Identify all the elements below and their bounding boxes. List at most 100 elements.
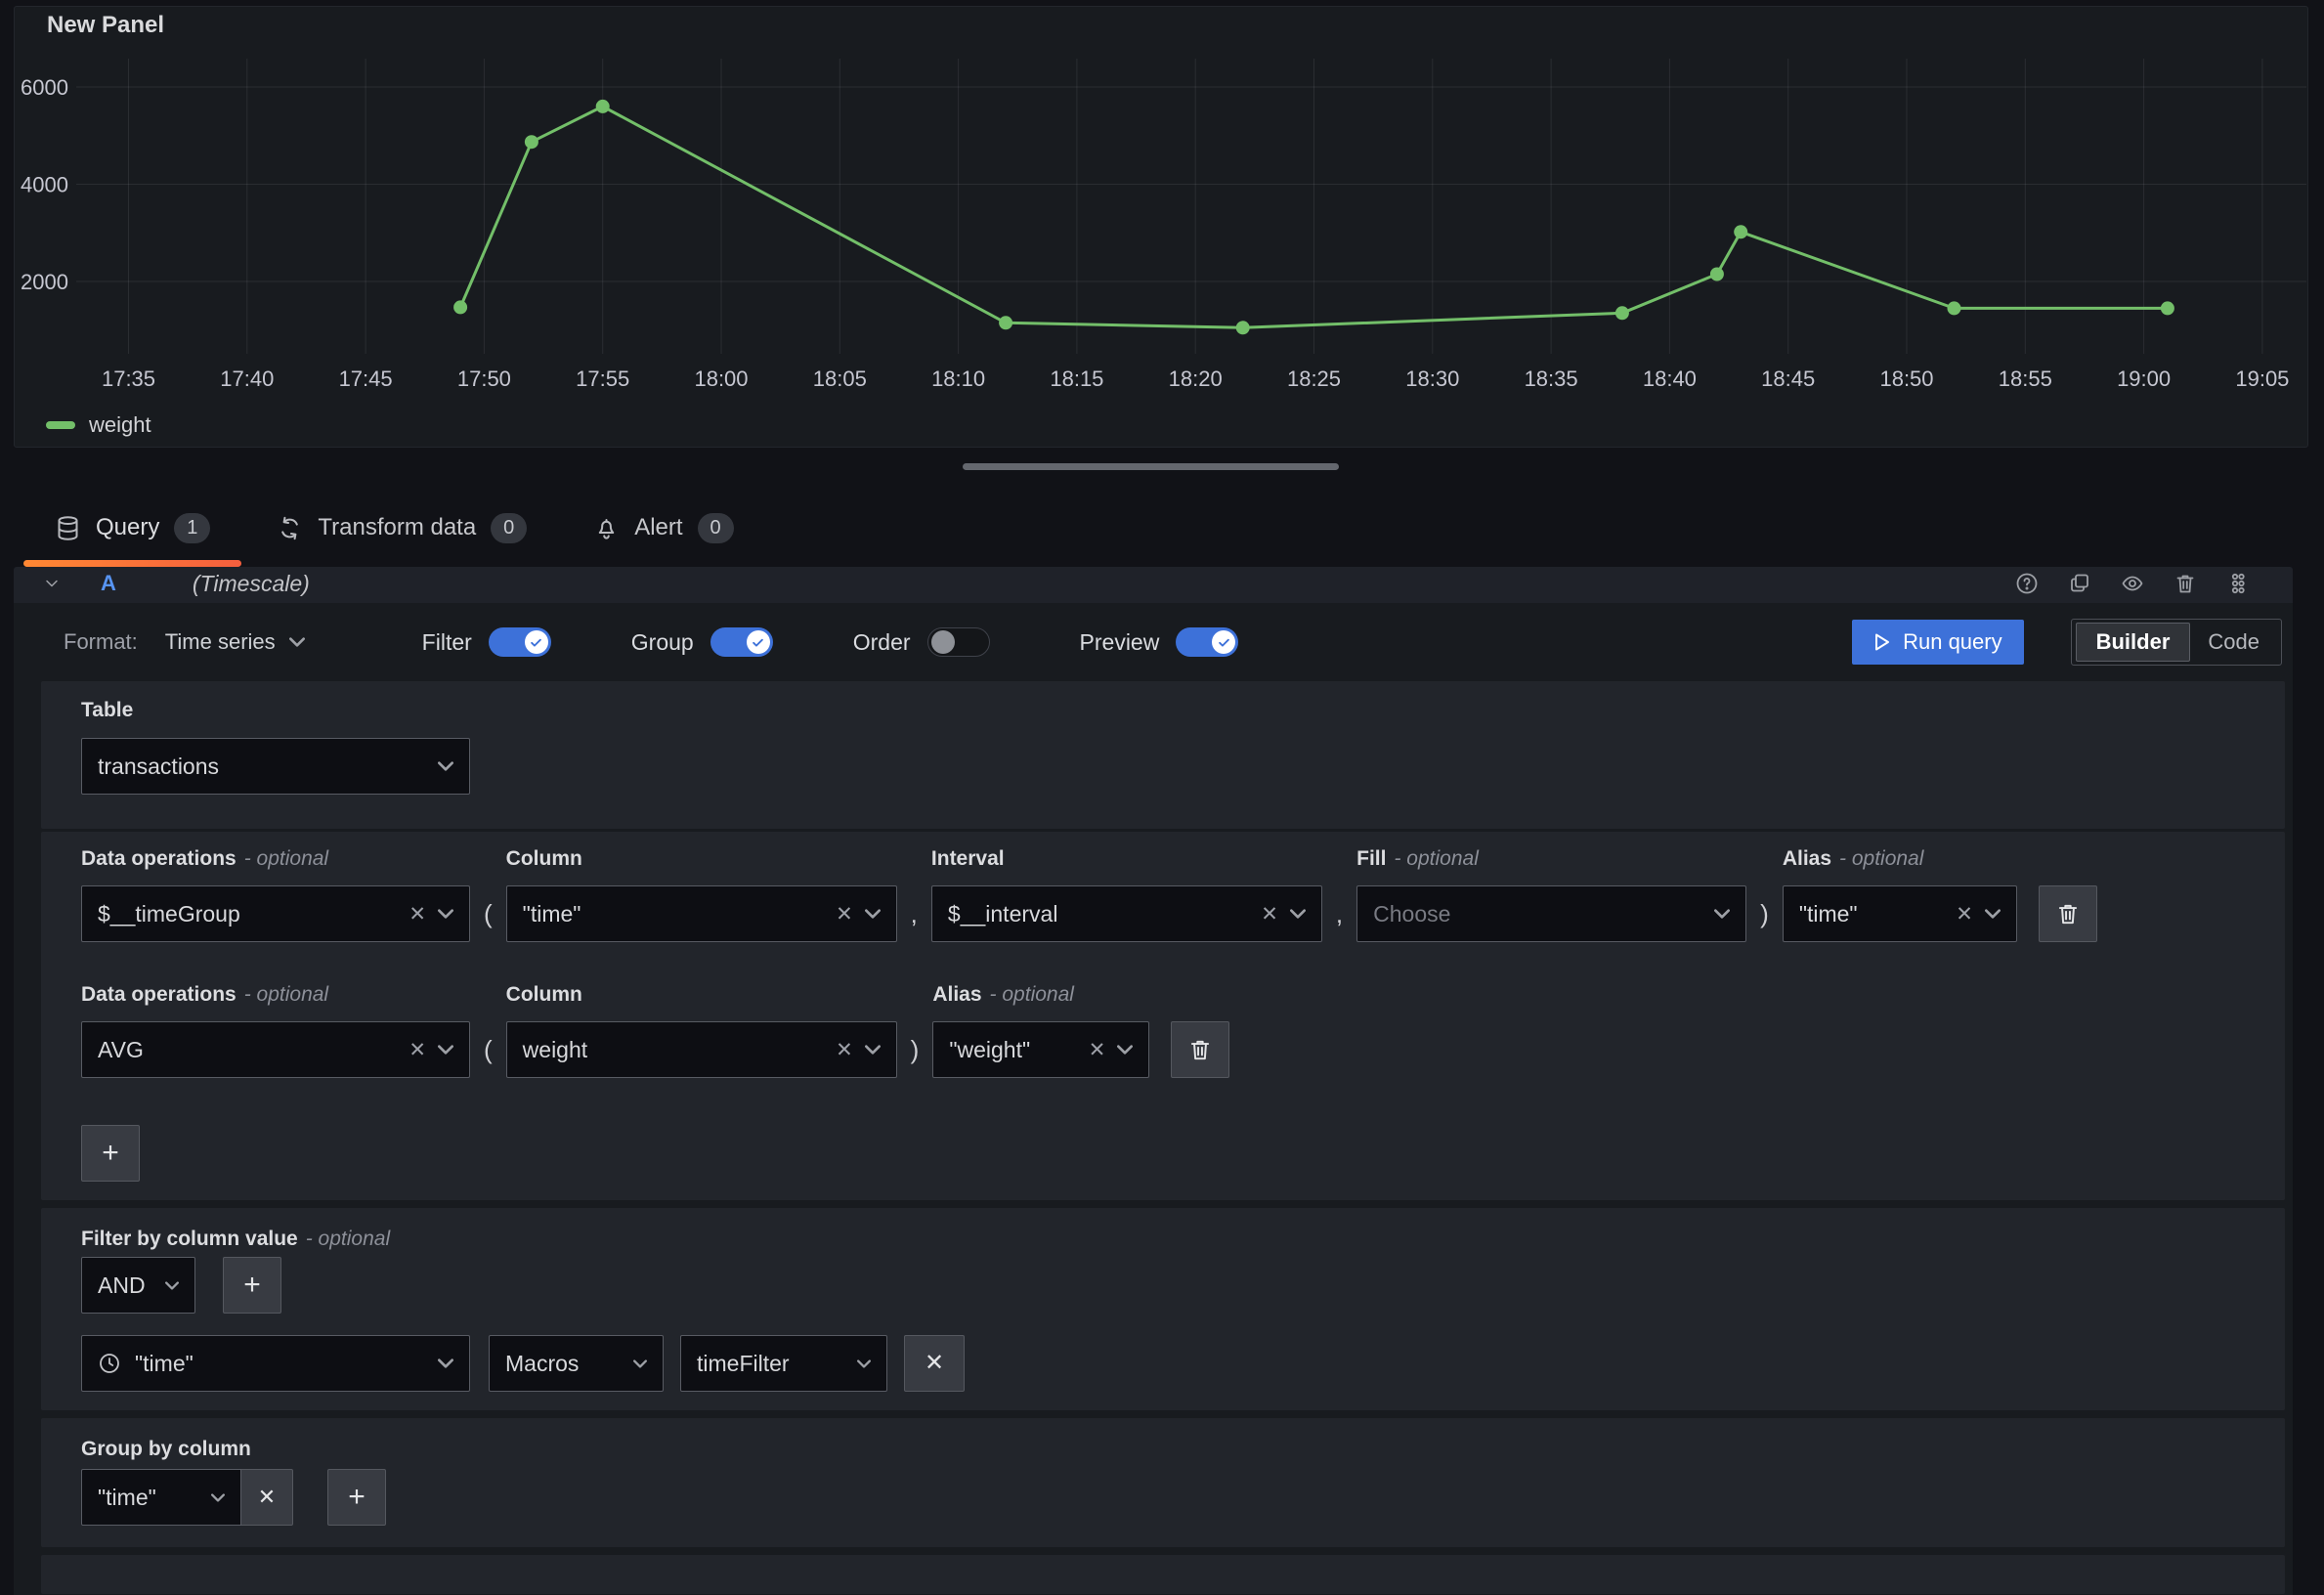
clear-icon[interactable]: ✕ [1261, 904, 1278, 925]
close-paren: ) [911, 1021, 920, 1078]
time-series-chart[interactable]: 17:3517:4017:4517:5017:5518:0018:0518:10… [0, 0, 2324, 450]
bell-icon [593, 515, 620, 541]
svg-text:18:40: 18:40 [1643, 366, 1697, 391]
tab-query-count-badge: 1 [174, 513, 210, 543]
svg-text:18:35: 18:35 [1525, 366, 1578, 391]
builder-mode-button[interactable]: Builder [2076, 623, 2191, 662]
alias-select-weight[interactable]: "weight" ✕ [932, 1021, 1149, 1078]
interval-label: Interval [931, 847, 1322, 871]
svg-text:18:00: 18:00 [694, 366, 748, 391]
interval-select[interactable]: $__interval ✕ [931, 885, 1322, 942]
tab-alert-label: Alert [634, 514, 682, 541]
clear-icon[interactable]: ✕ [1956, 904, 1973, 925]
close-paren: ) [1760, 885, 1769, 942]
pane-splitter-handle[interactable] [963, 463, 1339, 470]
help-icon[interactable] [2015, 572, 2039, 595]
add-groupby-button[interactable]: + [327, 1469, 386, 1526]
clear-icon[interactable]: ✕ [409, 1040, 426, 1060]
transform-icon [277, 515, 303, 541]
groupby-label: Group by column [81, 1438, 2245, 1461]
column-select-time[interactable]: "time" ✕ [506, 885, 897, 942]
format-select[interactable]: Time series [165, 629, 305, 655]
duplicate-query-icon[interactable] [2068, 572, 2091, 595]
run-query-button[interactable]: Run query [1852, 620, 2024, 665]
next-section-partial [41, 1555, 2285, 1594]
table-select[interactable]: transactions [81, 738, 470, 795]
dataop-select-timegroup[interactable]: $__timeGroup ✕ [81, 885, 470, 942]
tab-query[interactable]: Query 1 [22, 489, 243, 567]
svg-text:17:35: 17:35 [102, 366, 155, 391]
toggle-check-icon [525, 630, 548, 654]
svg-text:18:05: 18:05 [813, 366, 867, 391]
filter-macro-fn-select[interactable]: timeFilter [680, 1335, 887, 1392]
svg-text:18:55: 18:55 [1999, 366, 2052, 391]
panel-title: New Panel [47, 12, 164, 39]
column-select-weight[interactable]: weight ✕ [506, 1021, 897, 1078]
chevron-down-icon [289, 637, 305, 647]
select-row-time: Data operations- optional $__timeGroup ✕… [81, 847, 2245, 942]
filter-toggle[interactable] [489, 627, 551, 657]
tab-transform-count-badge: 0 [491, 513, 527, 543]
drag-handle-grip-icon[interactable] [2226, 572, 2250, 595]
toggle-check-icon [747, 630, 770, 654]
tab-alert[interactable]: Alert 0 [560, 489, 766, 567]
remove-row-trash-button[interactable] [2039, 885, 2097, 942]
dataop-select-avg[interactable]: AVG ✕ [81, 1021, 470, 1078]
disable-query-eye-icon[interactable] [2121, 572, 2144, 595]
query-datasource-note: (Timescale) [193, 571, 310, 597]
query-editor-body: Format: Time series Filter Group [14, 603, 2293, 1595]
order-toggle[interactable] [927, 627, 990, 657]
chevron-down-icon [865, 909, 881, 919]
svg-text:2000: 2000 [21, 270, 68, 294]
groupby-column-select[interactable]: "time" [81, 1469, 241, 1526]
fill-select[interactable]: Choose [1356, 885, 1746, 942]
filter-column-select[interactable]: "time" [81, 1335, 470, 1392]
add-select-row-button[interactable]: + [81, 1125, 140, 1182]
filter-macros-select[interactable]: Macros [489, 1335, 664, 1392]
chevron-down-icon [1985, 909, 2001, 919]
clock-icon [98, 1352, 121, 1375]
remove-filter-button[interactable]: ✕ [904, 1335, 965, 1392]
filter-operator-select[interactable]: AND [81, 1257, 195, 1314]
svg-text:18:50: 18:50 [1879, 366, 1933, 391]
chart-legend[interactable]: weight [46, 412, 151, 438]
tab-query-label: Query [96, 514, 159, 541]
chevron-down-icon [1117, 1045, 1133, 1055]
clear-icon[interactable]: ✕ [409, 904, 426, 925]
comma: , [1336, 885, 1343, 942]
remove-row-trash-button[interactable] [1171, 1021, 1229, 1078]
svg-text:17:40: 17:40 [220, 366, 274, 391]
svg-text:18:20: 18:20 [1169, 366, 1223, 391]
chevron-down-icon [857, 1359, 871, 1368]
collapse-query-chevron-icon[interactable] [42, 574, 62, 593]
column-label: Column [506, 847, 897, 871]
preview-toggle[interactable] [1176, 627, 1238, 657]
tab-transform-data[interactable]: Transform data 0 [243, 489, 560, 567]
remove-query-trash-icon[interactable] [2173, 572, 2197, 595]
format-value: Time series [165, 629, 276, 655]
chevron-down-icon [1290, 909, 1306, 919]
tab-alert-count-badge: 0 [698, 513, 734, 543]
group-toggle-label: Group [631, 629, 694, 656]
svg-text:4000: 4000 [21, 173, 68, 197]
svg-text:19:05: 19:05 [2235, 366, 2289, 391]
legend-series-label: weight [89, 412, 151, 438]
open-paren: ( [484, 1021, 493, 1078]
chevron-down-icon [165, 1281, 179, 1290]
query-ref-id: A [101, 571, 116, 596]
select-section: Data operations- optional $__timeGroup ✕… [41, 832, 2285, 1200]
group-toggle[interactable] [710, 627, 773, 657]
query-header-row[interactable]: A (Timescale) [14, 567, 2293, 603]
svg-text:17:55: 17:55 [576, 366, 629, 391]
clear-icon[interactable]: ✕ [836, 1040, 853, 1060]
query-options-row: Format: Time series Filter Group [14, 603, 2293, 681]
alias-label: Alias [932, 983, 981, 1006]
chevron-down-icon [211, 1493, 225, 1502]
remove-groupby-button[interactable]: ✕ [241, 1469, 293, 1526]
clear-icon[interactable]: ✕ [1089, 1040, 1106, 1060]
code-mode-button[interactable]: Code [2190, 629, 2277, 655]
add-filter-button[interactable]: + [223, 1257, 281, 1314]
alias-select-time[interactable]: "time" ✕ [1783, 885, 2017, 942]
clear-icon[interactable]: ✕ [836, 904, 853, 925]
trash-icon [2055, 901, 2081, 927]
